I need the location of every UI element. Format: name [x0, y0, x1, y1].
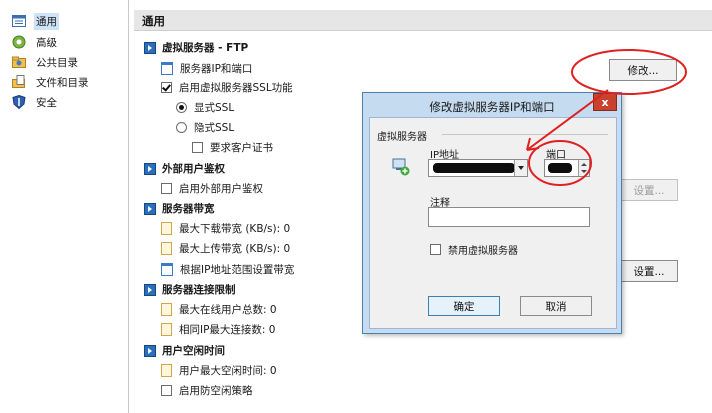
annotation-overlay [526, 49, 687, 186]
annotation-circle-modify [571, 49, 687, 95]
